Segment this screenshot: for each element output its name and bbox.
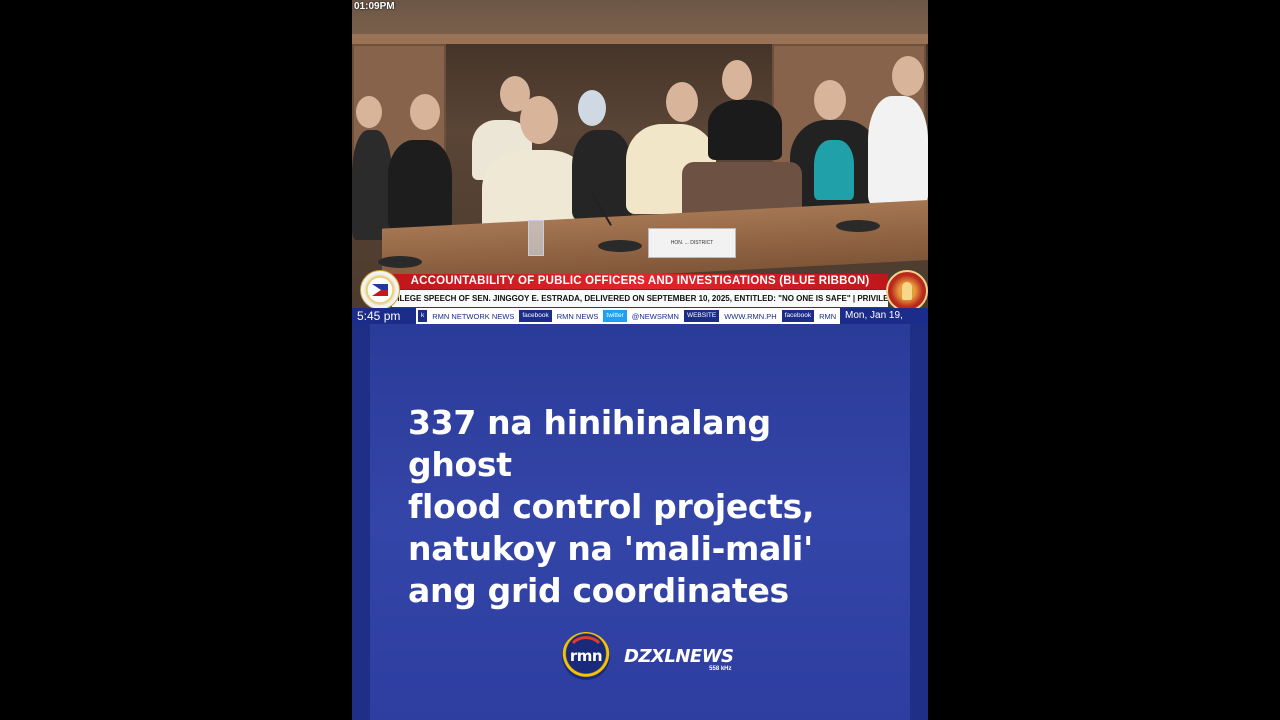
committee-banner: ACCOUNTABILITY OF PUBLIC OFFICERS AND IN… bbox=[392, 274, 888, 289]
headline-line: natukoy na 'mali-mali' bbox=[408, 529, 813, 568]
microphone-base bbox=[836, 220, 880, 232]
attendee bbox=[814, 140, 854, 200]
attendee-head bbox=[892, 56, 924, 96]
ticker-text: WWW.RMN.PH bbox=[724, 311, 777, 321]
dzxl-news-logo: DZXLNEWS 558 kHz bbox=[624, 645, 734, 672]
microphone-base bbox=[378, 256, 422, 268]
ticker-item: facebook RMN bbox=[780, 308, 839, 324]
water-glass bbox=[528, 220, 544, 256]
video-clock: 01:09PM bbox=[354, 1, 395, 12]
attendee-head bbox=[578, 90, 606, 126]
senate-seal-icon bbox=[360, 270, 400, 310]
ticker-time: 5:45 pm bbox=[352, 308, 416, 324]
facebook-icon: facebook bbox=[781, 310, 815, 322]
ticker-item: k RMN NETWORK NEWS bbox=[416, 308, 517, 324]
attendee bbox=[388, 140, 452, 230]
attendee bbox=[868, 96, 928, 206]
ticker-text: RMN NETWORK NEWS bbox=[432, 311, 515, 321]
dzxl-logo-text: DZXLNEWS bbox=[624, 645, 734, 667]
ticker-tag: k bbox=[418, 310, 428, 322]
attendee bbox=[708, 100, 782, 160]
ticker-text: @NEWSRMN bbox=[631, 311, 679, 321]
facebook-icon: facebook bbox=[519, 310, 552, 322]
rmn-logo-text: rmn bbox=[569, 647, 603, 665]
attendee-head bbox=[410, 94, 440, 130]
attendee-head bbox=[666, 82, 698, 122]
video-scene[interactable]: HON. ... DISTRICT 01:09PM ACCOUNTABILITY… bbox=[352, 0, 928, 324]
video-frame: HON. ... DISTRICT 01:09PM ACCOUNTABILITY… bbox=[352, 0, 928, 720]
ticker-text: RMN bbox=[819, 311, 837, 321]
witness-head bbox=[520, 96, 558, 144]
ticker-item: facebook RMN NEWS bbox=[517, 308, 601, 324]
social-ticker: 5:45 pm k RMN NETWORK NEWS facebook RMN … bbox=[352, 308, 928, 324]
subject-crawl: VILEGE SPEECH OF SEN. JINGGOY E. ESTRADA… bbox=[392, 290, 888, 307]
attendee bbox=[352, 130, 392, 240]
website-icon: WEBSITE bbox=[683, 310, 720, 322]
attendee-head bbox=[722, 60, 752, 100]
headline-line: 337 na hinihinalang ghost bbox=[408, 403, 771, 484]
ticker-item: WEBSITE WWW.RMN.PH bbox=[682, 308, 780, 324]
attendee bbox=[572, 130, 632, 220]
blue-ribbon-seal-icon bbox=[886, 270, 928, 312]
headline-card: 337 na hinihinalang ghost flood control … bbox=[370, 324, 910, 720]
ticker-date: Mon, Jan 19, 2026 bbox=[840, 308, 928, 324]
nameplate: HON. ... DISTRICT bbox=[648, 228, 736, 258]
attendee-head bbox=[356, 96, 382, 128]
headline-line: flood control projects, bbox=[408, 487, 815, 526]
rmn-logo-icon: rmn bbox=[562, 632, 610, 680]
headline: 337 na hinihinalang ghost flood control … bbox=[408, 402, 878, 612]
ticker-item: twitter @NEWSRMN bbox=[601, 308, 682, 324]
twitter-icon: twitter bbox=[603, 310, 627, 322]
gallery-rail bbox=[352, 34, 928, 44]
attendee-head bbox=[814, 80, 846, 120]
microphone-base bbox=[598, 240, 642, 252]
brand-logos: rmn DZXLNEWS 558 kHz bbox=[562, 632, 734, 680]
headline-line: ang grid coordinates bbox=[408, 571, 789, 610]
ticker-text: RMN NEWS bbox=[556, 311, 599, 321]
dzxl-frequency: 558 kHz bbox=[709, 665, 732, 672]
